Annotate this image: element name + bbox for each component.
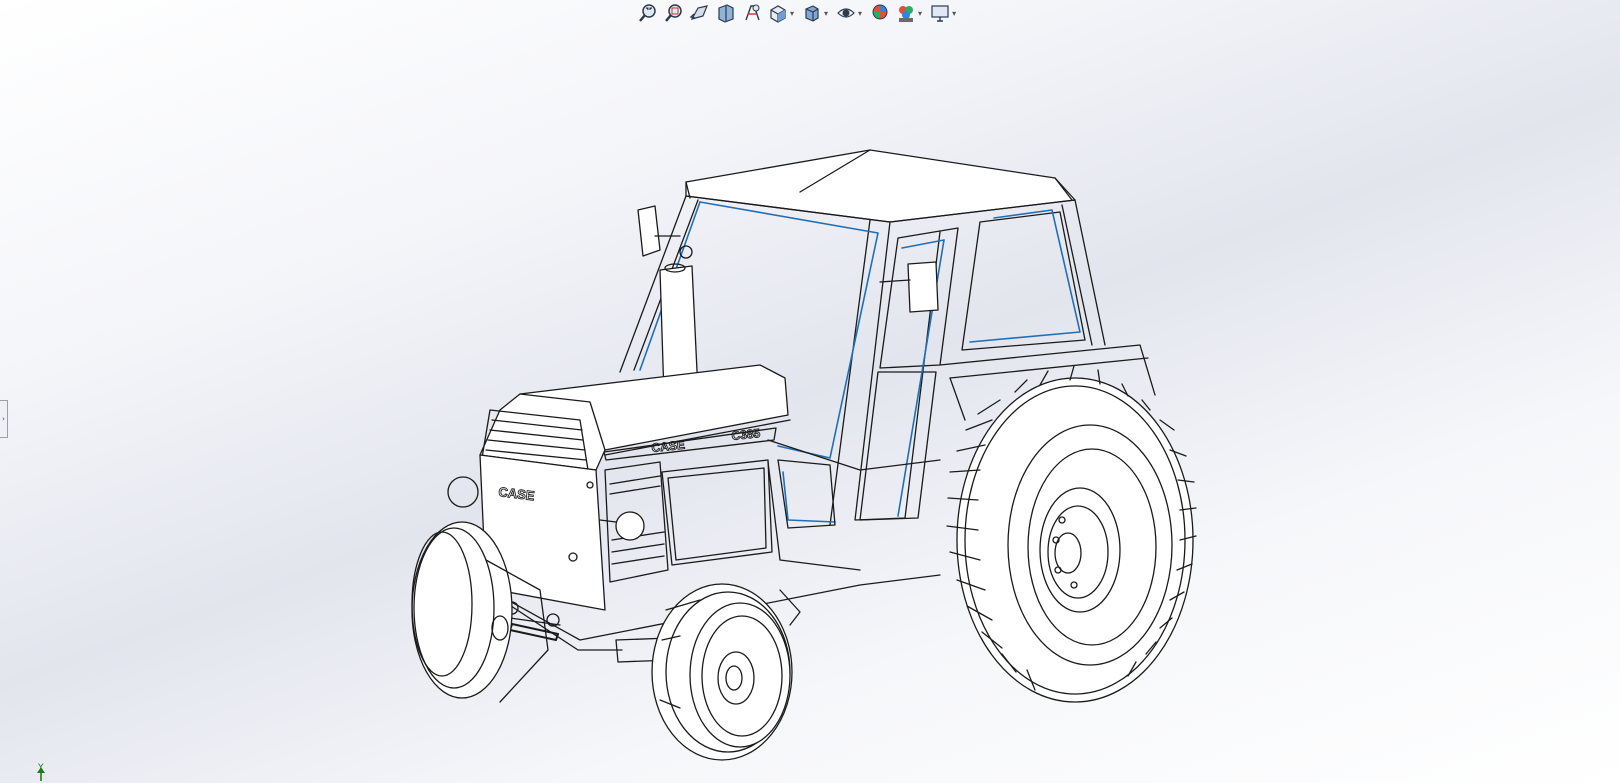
zoom-to-fit-icon	[639, 4, 656, 22]
display-style-icon	[805, 5, 819, 22]
section-view-icon	[718, 4, 734, 23]
apply-scene-dropdown-icon[interactable]: ▾	[918, 9, 922, 18]
dynamic-annotation-views-icon	[745, 4, 760, 21]
hide-show-items-button[interactable]: ▾	[834, 1, 866, 25]
apply-scene-icon	[899, 6, 914, 22]
side-badge-right: C385	[731, 426, 761, 443]
view-settings-button[interactable]: ▾	[928, 1, 960, 25]
edit-appearance-button[interactable]	[868, 1, 892, 25]
front-right-tire[interactable]	[651, 583, 793, 761]
zoom-to-area-icon	[665, 4, 682, 22]
view-orientation-icon	[770, 5, 786, 23]
feature-manager-collapse-tab[interactable]: ›	[0, 400, 8, 438]
graphics-area[interactable]: CASE CASE C385 ▾ ▾ ▾ ▾ ▾ › Y	[0, 0, 1620, 783]
section-view-button[interactable]	[714, 1, 738, 25]
tractor-model[interactable]: CASE CASE C385	[0, 0, 1620, 783]
view-orientation-button[interactable]: ▾	[766, 1, 798, 25]
display-style-button[interactable]: ▾	[800, 1, 832, 25]
view-settings-icon	[931, 5, 949, 22]
rear-tire[interactable]	[946, 365, 1197, 703]
previous-view-icon	[689, 5, 708, 20]
heads-up-view-toolbar: ▾ ▾ ▾ ▾ ▾	[636, 0, 960, 26]
side-badge-left: CASE	[651, 438, 686, 455]
zoom-to-area-button[interactable]	[662, 1, 686, 25]
view-orientation-dropdown-icon[interactable]: ▾	[790, 9, 794, 18]
triad-y-axis-label: Y	[38, 763, 44, 773]
apply-scene-button[interactable]: ▾	[894, 1, 926, 25]
view-settings-dropdown-icon[interactable]: ▾	[952, 9, 956, 18]
previous-view-button[interactable]	[688, 1, 712, 25]
hide-show-items-dropdown-icon[interactable]: ▾	[858, 9, 862, 18]
dynamic-annotation-views-button[interactable]	[740, 1, 764, 25]
display-style-dropdown-icon[interactable]: ▾	[824, 9, 828, 18]
expand-arrow-icon: ›	[2, 415, 5, 423]
zoom-to-fit-button[interactable]	[636, 1, 660, 25]
edit-appearance-icon	[872, 4, 888, 20]
hide-show-items-icon	[837, 8, 855, 18]
